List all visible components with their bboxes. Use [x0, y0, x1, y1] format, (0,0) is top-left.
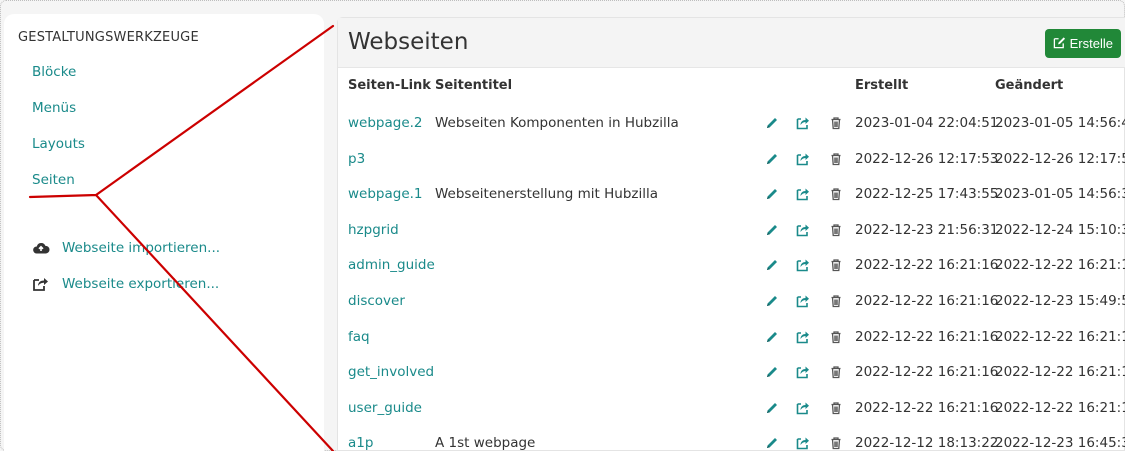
page-title-cell: Webseiten Komponenten in Hubzilla [435, 115, 679, 131]
webpages-panel: Webseiten Erstelle Seiten-Link Seitentit… [337, 17, 1125, 451]
create-button[interactable]: Erstelle [1044, 29, 1121, 58]
table-row: a1p A 1st webpage 2022-12-12 18:13:22 2022-… [338, 427, 1125, 451]
column-header-title: Seitentitel [435, 78, 513, 93]
sidebar-title: GESTALTUNGSWERKZEUGE [18, 30, 199, 45]
column-header-created: Erstellt [855, 78, 909, 93]
pencil-icon[interactable] [765, 329, 779, 343]
created-date: 2022-12-12 18:13:22 [855, 435, 999, 451]
page-link[interactable]: admin_guide [348, 257, 435, 273]
table-row: discover 2022-12-22 16:21:16 2022-12-23 15… [338, 285, 1125, 319]
created-date: 2022-12-22 16:21:16 [855, 257, 999, 274]
pencil-icon[interactable] [765, 115, 779, 129]
table-row: get_involved 2022-12-22 16:21:16 2022-12-2… [338, 356, 1125, 390]
share-icon[interactable] [796, 329, 810, 343]
trash-icon[interactable] [829, 293, 843, 308]
pencil-icon[interactable] [765, 435, 779, 449]
page-link[interactable]: hzpgrid [348, 222, 399, 238]
share-icon[interactable] [796, 115, 810, 130]
created-date: 2022-12-22 16:21:16 [855, 364, 999, 381]
changed-date: 2022-12-23 16:45:33 [995, 435, 1125, 451]
create-button-label: Erstelle [1069, 36, 1113, 51]
table-row: faq 2022-12-22 16:21:16 2022-12-22 16:21:1… [338, 321, 1125, 355]
share-icon[interactable] [796, 435, 810, 450]
trash-icon[interactable] [829, 257, 843, 272]
sidebar-item-bloecke[interactable]: Blöcke [32, 64, 76, 80]
pencil-icon[interactable] [765, 257, 779, 271]
share-icon[interactable] [796, 257, 810, 272]
page-link[interactable]: a1p [348, 435, 373, 451]
page-link[interactable]: get_involved [348, 364, 434, 380]
page-link[interactable]: webpage.1 [348, 186, 423, 202]
sidebar-item-seiten[interactable]: Seiten [32, 172, 75, 188]
import-website-action[interactable]: Webseite importieren... [32, 240, 220, 256]
pencil-icon[interactable] [765, 293, 779, 307]
changed-date: 2023-01-05 14:56:44 [995, 115, 1125, 131]
changed-date: 2022-12-23 15:49:53 [995, 293, 1125, 309]
created-date: 2022-12-23 21:56:31 [855, 221, 999, 238]
pencil-icon[interactable] [765, 186, 779, 200]
export-website-label: Webseite exportieren... [62, 276, 220, 292]
pencil-icon[interactable] [765, 400, 779, 414]
trash-icon[interactable] [829, 186, 843, 201]
column-header-link: Seiten-Link [348, 78, 431, 93]
share-icon[interactable] [796, 186, 810, 201]
share-icon[interactable] [796, 151, 810, 165]
created-date: 2022-12-22 16:21:16 [855, 293, 999, 309]
trash-icon[interactable] [829, 329, 843, 343]
table-row: webpage.1 Webseitenerstellung mit Hubzill… [338, 178, 1125, 212]
page-title-cell: Webseitenerstellung mit Hubzilla [435, 186, 659, 203]
created-date: 2022-12-22 16:21:16 [855, 328, 999, 345]
page-link[interactable]: p3 [348, 151, 365, 167]
sidebar-item-menues[interactable]: Menüs [32, 100, 76, 116]
created-date: 2022-12-26 12:17:53 [855, 150, 999, 167]
share-icon[interactable] [796, 364, 810, 379]
page-title-cell: A 1st webpage [435, 435, 536, 451]
pencil-icon[interactable] [765, 222, 779, 236]
created-date: 2022-12-22 16:21:16 [855, 399, 999, 416]
import-website-label: Webseite importieren... [62, 240, 221, 256]
changed-date: 2022-12-22 16:21:16 [995, 399, 1125, 416]
sidebar-item-layouts[interactable]: Layouts [32, 136, 85, 152]
trash-icon[interactable] [829, 151, 843, 165]
changed-date: 2023-01-05 14:56:31 [995, 186, 1125, 203]
created-date: 2022-12-25 17:43:55 [855, 186, 999, 203]
table-row: webpage.2 Webseiten Komponenten in Hubzil… [338, 107, 1125, 141]
table-row: user_guide 2022-12-22 16:21:16 2022-12-22 … [338, 392, 1125, 426]
page-title: Webseiten [348, 29, 469, 55]
column-header-changed: Geändert [995, 78, 1064, 93]
share-icon [32, 276, 50, 292]
share-icon[interactable] [796, 293, 810, 308]
sidebar: GESTALTUNGSWERKZEUGE Blöcke Menüs Layout… [4, 14, 324, 451]
trash-icon[interactable] [829, 435, 843, 450]
page-link[interactable]: webpage.2 [348, 115, 423, 131]
table-row: p3 2022-12-26 12:17:53 2022-12-26 12:17:53 [338, 143, 1125, 177]
trash-icon[interactable] [829, 222, 843, 236]
share-icon[interactable] [796, 222, 810, 237]
changed-date: 2022-12-22 16:21:16 [995, 328, 1125, 345]
page-link[interactable]: user_guide [348, 400, 422, 416]
page-link[interactable]: discover [348, 293, 405, 309]
trash-icon[interactable] [829, 115, 843, 130]
panel-header: Webseiten Erstelle [338, 18, 1125, 68]
changed-date: 2022-12-22 16:21:16 [995, 364, 1125, 381]
edit-icon [1053, 36, 1066, 52]
cloud-upload-icon [32, 240, 50, 256]
created-date: 2023-01-04 22:04:51 [855, 115, 999, 131]
page-link[interactable]: faq [348, 329, 370, 345]
share-icon[interactable] [796, 400, 810, 415]
pencil-icon[interactable] [765, 364, 779, 378]
trash-icon[interactable] [829, 364, 843, 379]
table-row: hzpgrid 2022-12-23 21:56:31 2022-12-24 15:… [338, 214, 1125, 248]
trash-icon[interactable] [829, 400, 843, 414]
pencil-icon[interactable] [765, 151, 779, 165]
table-row: admin_guide 2022-12-22 16:21:16 2022-12-22… [338, 249, 1125, 283]
changed-date: 2022-12-22 16:21:16 [995, 257, 1125, 274]
changed-date: 2022-12-26 12:17:53 [995, 150, 1125, 167]
export-website-action[interactable]: Webseite exportieren... [32, 276, 219, 292]
changed-date: 2022-12-24 15:10:30 [995, 221, 1125, 238]
